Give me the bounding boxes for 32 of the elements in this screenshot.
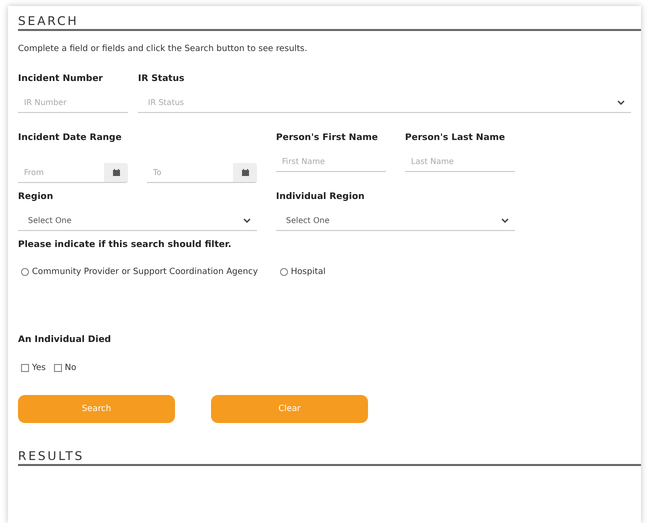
field-label: Person's First Name (276, 133, 379, 145)
field-label: An Individual Died (18, 335, 111, 347)
radio-option[interactable]: Hospital (280, 267, 326, 277)
calendar-button[interactable] (104, 163, 128, 183)
field-label: Incident Number (18, 74, 104, 86)
checkbox-option[interactable]: Yes (21, 363, 46, 373)
field-label: Please indicate if this search should filter. (18, 240, 232, 252)
radio-icon[interactable] (21, 268, 29, 276)
checkbox-icon[interactable] (54, 364, 62, 372)
radio-icon[interactable] (280, 268, 288, 276)
checkbox-icon[interactable] (21, 364, 29, 372)
region-select[interactable]: Select One (18, 212, 257, 231)
checkbox-option[interactable]: No (54, 363, 76, 373)
chevron-icon (243, 218, 251, 223)
section-heading: RESULTS (18, 449, 641, 466)
calendar-button[interactable] (233, 163, 257, 183)
field-label: Region (18, 192, 54, 204)
field-label: Person's Last Name (405, 133, 506, 145)
radio-option[interactable]: Community Provider or Support Coordination Agency (21, 267, 258, 277)
chevron-icon (501, 218, 509, 223)
first-name-field[interactable]: First Name (276, 153, 386, 172)
ir-number-field[interactable]: IR Number (18, 94, 128, 113)
field-label: IR Status (138, 74, 186, 86)
chevron-icon (617, 100, 625, 105)
last-name-field[interactable]: Last Name (405, 153, 515, 172)
individual-region-select[interactable]: Select One (276, 212, 515, 231)
instructions-text: Complete a field or fields and click the Search button to see results. (18, 44, 308, 54)
calendar-icon (242, 169, 248, 176)
field-label: Individual Region (276, 192, 366, 204)
section-heading: SEARCH (18, 14, 641, 31)
calendar-icon (112, 169, 120, 176)
field-label: Incident Date Range (18, 133, 123, 145)
